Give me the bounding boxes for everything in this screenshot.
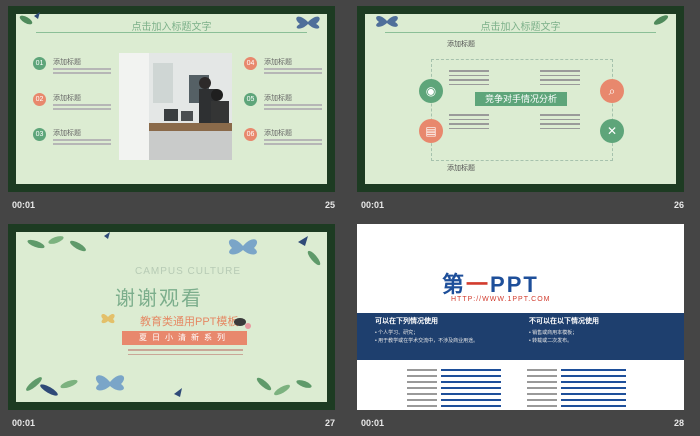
title-divider <box>36 32 307 33</box>
slide-number: 27 <box>324 418 335 428</box>
slide-26-canvas[interactable]: 点击加入标题文字 添加标题 添加标题 ◉ ▤ ⌕ ✕ 竞争对手情况分析 <box>357 6 684 192</box>
template-subtitle: 教育类通用PPT模板 <box>140 316 239 328</box>
slide-26-background: 点击加入标题文字 添加标题 添加标题 ◉ ▤ ⌕ ✕ 竞争对手情况分析 <box>365 14 676 184</box>
usage-terms-banner: 可以在下列情况使用 不可以在以下情况使用 • 个人学习、研究； • 用于教学或在… <box>357 313 684 360</box>
leaf-decoration-icon <box>653 15 669 25</box>
list-item: 01 添加标题 <box>33 57 123 87</box>
resource-links-left <box>407 367 527 409</box>
butterfly-icon <box>376 16 398 27</box>
search-icon: ⌕ <box>600 79 624 103</box>
item-label: 添加标题 <box>264 95 292 102</box>
lightbulb-icon: ◉ <box>419 79 443 103</box>
butterfly-small-icon <box>101 313 115 324</box>
text-block <box>449 114 489 132</box>
title-divider <box>385 32 656 33</box>
slide-title: 点击加入标题文字 <box>480 22 561 33</box>
item-label: 添加标题 <box>264 59 292 66</box>
site-url: HTTP://WWW.1PPT.COM <box>451 296 551 303</box>
slide-info-bar: 00:01 25 <box>0 198 343 214</box>
butterfly-icon <box>296 16 320 29</box>
list-item: 03 添加标题 <box>33 128 123 158</box>
bottom-foliage-icon <box>26 375 312 397</box>
number-badge: 02 <box>33 93 46 106</box>
not-allowed-heading: 不可以在以下情况使用 <box>529 318 599 325</box>
allowed-line: • 用于教学或在学术交流中，不涉及商业用途。 <box>375 338 479 344</box>
slide-number: 26 <box>673 200 684 210</box>
item-label: 添加标题 <box>53 130 81 137</box>
slide-info-bar: 00:01 26 <box>349 198 692 214</box>
list-item: 06 添加标题 <box>244 128 334 158</box>
resource-links-right <box>527 367 647 409</box>
number-badge: 01 <box>33 57 46 70</box>
list-item: 05 添加标题 <box>244 93 334 123</box>
text-block <box>540 70 580 88</box>
bottom-heading: 添加标题 <box>447 165 475 172</box>
slide-timing: 00:01 <box>12 418 36 428</box>
not-allowed-line: • 转载或二次发布。 <box>529 338 573 344</box>
number-badge: 06 <box>244 128 257 141</box>
slide-28-canvas[interactable]: 第一PPT HTTP://WWW.1PPT.COM 可以在下列情况使用 不可以在… <box>357 224 684 410</box>
slide-thumbnail-28[interactable]: 第一PPT HTTP://WWW.1PPT.COM 可以在下列情况使用 不可以在… <box>349 218 692 436</box>
number-badge: 04 <box>244 57 257 70</box>
item-label: 添加标题 <box>264 130 292 137</box>
thanks-heading: 谢谢观看 <box>115 288 203 310</box>
text-block <box>540 114 580 132</box>
text-block <box>449 70 489 88</box>
office-photo <box>119 53 232 160</box>
slide-info-bar: 00:01 27 <box>0 416 343 432</box>
item-label: 添加标题 <box>53 95 81 102</box>
slide-thumbnail-25[interactable]: 点击加入标题文字 01 添加标题 02 添加标题 03 添加标题 04 添加标题 <box>0 0 343 218</box>
number-badge: 05 <box>244 93 257 106</box>
slide-timing: 00:01 <box>12 200 36 210</box>
logo-dash: 一 <box>466 272 491 297</box>
slide-number: 25 <box>324 200 335 210</box>
top-heading: 添加标题 <box>447 41 475 48</box>
item-label: 添加标题 <box>53 59 81 66</box>
list-item: 04 添加标题 <box>244 57 334 87</box>
bird-icon <box>234 318 251 329</box>
slide-25-background: 点击加入标题文字 01 添加标题 02 添加标题 03 添加标题 04 添加标题 <box>16 14 327 184</box>
leaf-branch-icon <box>27 232 110 252</box>
allowed-line: • 个人学习、研究； <box>375 330 419 336</box>
not-allowed-line: • 销售或商用本模板； <box>529 330 578 336</box>
slide-info-bar: 00:01 28 <box>349 416 692 432</box>
slide-title: 点击加入标题文字 <box>131 22 212 33</box>
slide-timing: 00:01 <box>361 200 385 210</box>
logo-char: 第 <box>442 272 467 297</box>
slide-number: 28 <box>673 418 684 428</box>
number-badge: 03 <box>33 128 46 141</box>
slide-thumbnail-26[interactable]: 点击加入标题文字 添加标题 添加标题 ◉ ▤ ⌕ ✕ 竞争对手情况分析 00:0… <box>349 0 692 218</box>
leaf-decoration-icon <box>19 12 40 25</box>
series-ribbon: 夏日小清新系列 <box>122 331 247 345</box>
center-label: 竞争对手情况分析 <box>475 92 567 106</box>
butterfly-icon <box>228 236 321 266</box>
clipboard-icon: ▤ <box>419 119 443 143</box>
slide-timing: 00:01 <box>361 418 385 428</box>
allowed-heading: 可以在下列情况使用 <box>375 318 438 325</box>
list-item: 02 添加标题 <box>33 93 123 123</box>
slide-25-canvas[interactable]: 点击加入标题文字 01 添加标题 02 添加标题 03 添加标题 04 添加标题 <box>8 6 335 192</box>
logo-ppt: PPT <box>490 272 539 297</box>
tools-icon: ✕ <box>600 119 624 143</box>
site-logo: 第一PPT <box>442 267 539 299</box>
slide-27-canvas[interactable]: CAMPUS CULTURE 谢谢观看 教育类通用PPT模板 夏日小清新系列 <box>8 224 335 410</box>
slide-thumbnail-27[interactable]: CAMPUS CULTURE 谢谢观看 教育类通用PPT模板 夏日小清新系列 0… <box>0 218 343 436</box>
